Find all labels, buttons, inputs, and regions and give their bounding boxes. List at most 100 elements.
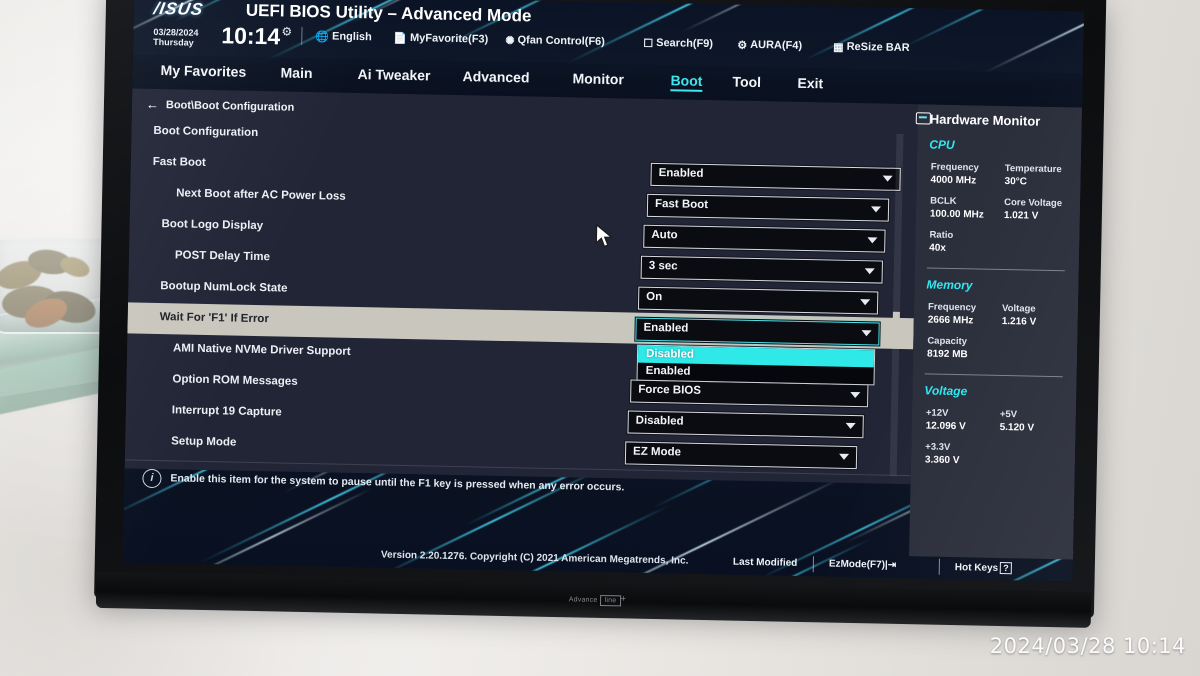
hardware-monitor-title: Hardware Monitor — [915, 111, 1040, 129]
hotkeys-button[interactable]: Hot Keys? — [955, 561, 1012, 575]
hw-metric-label: BCLK — [930, 195, 957, 208]
hw-metric-value: 4000 MHz — [930, 174, 977, 187]
header-item-aura-f4[interactable]: ⚙ AURA(F4) — [737, 39, 802, 53]
setting-select[interactable]: 3 sec — [640, 255, 883, 284]
hw-metric-value: 2666 MHz — [927, 314, 974, 327]
asus-logo: /ISUS — [152, 0, 206, 19]
chevron-down-icon — [860, 299, 871, 306]
resizebar-icon: ▦ — [833, 41, 844, 54]
tab-main[interactable]: Main — [280, 64, 312, 81]
hw-section-title: Voltage — [924, 383, 968, 399]
hw-metric-label: Capacity — [927, 335, 968, 348]
setting-label: Bootup NumLock State — [160, 280, 288, 295]
tab-my-favorites[interactable]: My Favorites — [160, 62, 246, 80]
setting-select-value: Enabled — [643, 321, 689, 335]
header-divider — [301, 26, 303, 45]
hw-metric-value: 3.360 V — [924, 454, 960, 467]
ezmode-label: EzMode(F7)| — [828, 558, 888, 571]
tab-advanced[interactable]: Advanced — [462, 68, 529, 85]
dropdown-option[interactable]: Enabled — [638, 363, 874, 385]
setting-select-value: EZ Mode — [632, 445, 682, 459]
tab-boot[interactable]: Boot — [670, 72, 702, 89]
breadcrumb[interactable]: ← Boot\Boot Configuration — [146, 97, 295, 115]
hw-metric-value: 100.00 MHz — [929, 208, 984, 221]
search-icon: ☐ — [643, 37, 654, 50]
setting-label: Interrupt 19 Capture — [171, 404, 282, 419]
chevron-down-icon — [882, 175, 893, 182]
fan-icon: ✺ — [505, 34, 515, 48]
header-item-resize-bar[interactable]: ▦ ReSize BAR — [833, 41, 910, 56]
header-item-myfavorite-f3[interactable]: 📄 MyFavorite(F3) — [393, 32, 488, 47]
hw-section-title: Memory — [926, 277, 973, 293]
breadcrumb-label: Boot\Boot Configuration — [165, 99, 295, 114]
header-item-label: Qfan Control(F6) — [517, 34, 606, 48]
hotkeys-key-icon: ? — [1000, 561, 1012, 575]
scrollbar-thumb[interactable] — [892, 311, 900, 348]
myfavorite-icon: 📄 — [393, 32, 408, 45]
gear-icon[interactable]: ⚙ — [281, 24, 292, 38]
ezmode-button[interactable]: EzMode(F7)|⇥ — [829, 559, 897, 571]
version-text: Version 2.20.1276. Copyright (C) 2021 Am… — [380, 549, 689, 567]
tab-ai-tweaker[interactable]: Ai Tweaker — [357, 66, 430, 83]
select-dropdown[interactable]: Disabled Enabled — [636, 344, 876, 386]
section-divider — [926, 267, 1065, 272]
chevron-down-icon — [850, 391, 861, 399]
setting-select[interactable]: Auto — [643, 224, 886, 253]
header-item-english[interactable]: 🌐 English — [315, 30, 372, 44]
system-date: 03/28/2024 Thursday — [153, 27, 198, 48]
photo-scene: Advance line + /ISUS UEFI BIOS Utility –… — [0, 0, 1200, 676]
chevron-down-icon — [864, 268, 875, 275]
chevron-down-icon — [867, 237, 878, 244]
header-item-search-f9[interactable]: ☐ Search(F9) — [643, 37, 713, 51]
setting-label: AMI Native NVMe Driver Support — [172, 342, 351, 358]
setting-select-value: Disabled — [635, 414, 684, 428]
hw-metric-value: 40x — [929, 242, 947, 254]
footer-divider-2 — [938, 558, 940, 575]
setting-select[interactable]: On — [637, 286, 879, 315]
hw-metric-label: Voltage — [1001, 302, 1036, 315]
setting-select-value: Force BIOS — [638, 383, 702, 397]
header-item-label: AURA(F4) — [750, 38, 803, 52]
setting-select-value: 3 sec — [648, 259, 678, 273]
last-modified-button[interactable]: Last Modified — [733, 557, 798, 569]
header-item-label: ReSize BAR — [846, 40, 910, 55]
hw-metric-value: 30°C — [1004, 175, 1028, 188]
hw-metric-value: 1.021 V — [1003, 209, 1039, 222]
bios-root: /ISUS UEFI BIOS Utility – Advanced Mode … — [122, 0, 1085, 582]
header-item-label: Search(F9) — [656, 36, 714, 51]
globe-icon: 🌐 — [315, 31, 330, 44]
chevron-down-icon — [861, 330, 872, 337]
hw-metric-value: 1.216 V — [1001, 315, 1037, 328]
system-clock: 10:14 — [221, 22, 281, 50]
chevron-down-icon — [845, 422, 856, 430]
hw-metric-label: +12V — [925, 407, 949, 419]
hw-metric-label: Core Voltage — [1004, 196, 1063, 210]
chevron-down-icon — [838, 453, 850, 460]
hw-metric-label: Ratio — [929, 229, 954, 241]
setting-select[interactable]: Fast Boot — [646, 193, 890, 222]
tab-monitor[interactable]: Monitor — [572, 70, 624, 87]
tab-tool[interactable]: Tool — [732, 74, 761, 91]
hw-metric-value: 12.096 V — [925, 420, 966, 433]
monitor-icon — [915, 112, 931, 125]
setting-select[interactable]: Disabled — [627, 410, 864, 439]
aura-icon: ⚙ — [737, 39, 748, 52]
info-icon: i — [142, 468, 162, 489]
header-item-qfan-control-f6[interactable]: ✺ Qfan Control(F6) — [505, 34, 605, 49]
hw-section-title: CPU — [929, 137, 955, 152]
settings-panel: ← Boot\Boot Configuration Boot Configurat… — [124, 88, 919, 511]
setting-select-value: Fast Boot — [654, 197, 709, 212]
setting-select[interactable]: EZ Mode — [624, 441, 858, 470]
tab-exit[interactable]: Exit — [797, 75, 823, 92]
back-arrow-icon[interactable]: ← — [146, 97, 159, 112]
setting-select[interactable]: Enabled — [650, 162, 901, 191]
setting-label: Next Boot after AC Power Loss — [176, 187, 346, 203]
hw-metric-label: Temperature — [1004, 162, 1062, 176]
setting-select-value: Enabled — [658, 167, 704, 180]
mouse-cursor — [595, 223, 614, 248]
help-text: Enable this item for the system to pause… — [170, 472, 625, 494]
header-item-label: MyFavorite(F3) — [409, 32, 489, 46]
setting-select-value: Auto — [651, 228, 678, 242]
photo-timestamp: 2024/03/28 10:14 — [989, 634, 1186, 658]
setting-select[interactable]: Enabled — [635, 317, 880, 346]
